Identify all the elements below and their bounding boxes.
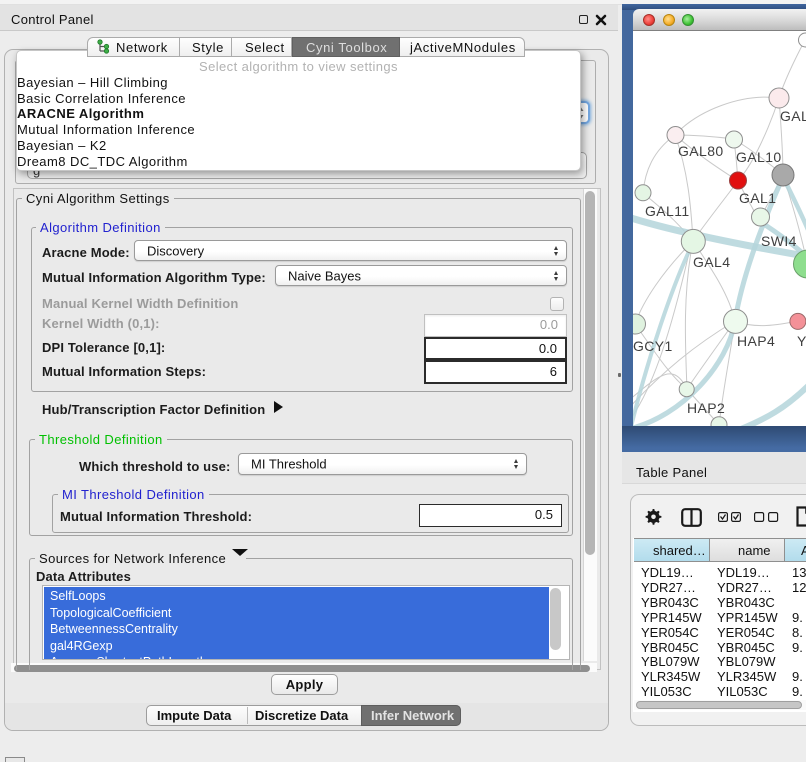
svg-text:HAP2: HAP2 xyxy=(687,400,725,416)
svg-text:GCY1: GCY1 xyxy=(633,338,673,354)
svg-text:HAP4: HAP4 xyxy=(737,333,775,349)
svg-text:GAL80: GAL80 xyxy=(678,143,724,159)
svg-text:GAL7: GAL7 xyxy=(780,108,806,124)
svg-text:GAL10: GAL10 xyxy=(736,149,782,165)
svg-text:YB: YB xyxy=(797,333,806,349)
svg-text:GAL11: GAL11 xyxy=(645,203,690,219)
svg-text:SWI4: SWI4 xyxy=(761,233,797,249)
svg-text:GAL4: GAL4 xyxy=(693,254,730,270)
svg-text:GAL1: GAL1 xyxy=(739,190,776,206)
